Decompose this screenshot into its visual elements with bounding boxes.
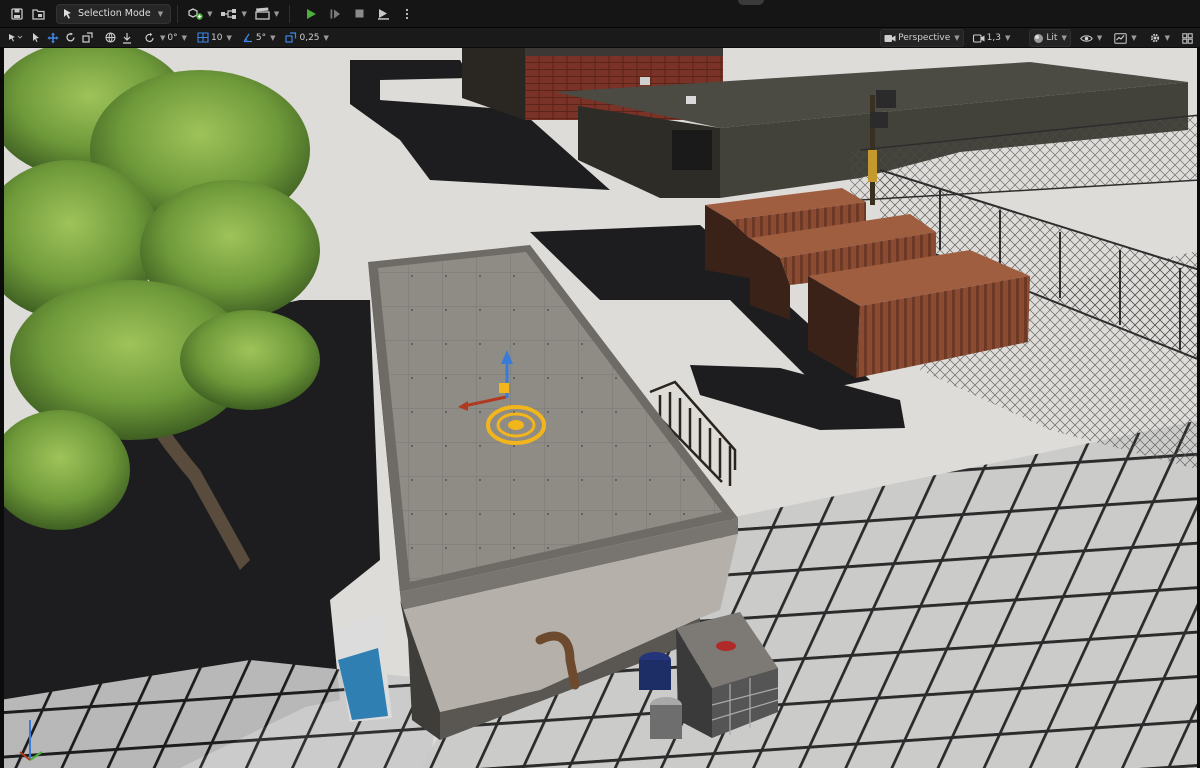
eye-icon (1079, 34, 1093, 42)
camera-speed-value: 1,3 (986, 33, 1001, 43)
camera-icon (884, 34, 896, 42)
viewport-border-left (0, 48, 4, 768)
content-browser-icon (32, 8, 45, 20)
select-tool-button[interactable] (28, 29, 44, 47)
chevron-down-icon: ▼ (181, 33, 188, 42)
stop-button[interactable] (348, 4, 370, 24)
viewport-options-dropdown[interactable] (4, 29, 28, 47)
scale-snap-icon (285, 32, 297, 43)
save-icon (11, 7, 23, 20)
chevron-down-icon: ▼ (1005, 34, 1011, 42)
chevron-down-icon: ▼ (1164, 34, 1170, 42)
chevron-down-icon: ▼ (160, 33, 166, 42)
rotation-snap-value: 0° (167, 32, 178, 43)
blueprint-dropdown[interactable]: ▼ (216, 4, 250, 24)
chevron-down-icon: ▼ (273, 9, 280, 18)
scene-render[interactable] (0, 48, 1200, 768)
maximize-viewport-button[interactable] (1179, 29, 1196, 47)
chevron-down-icon: ▼ (207, 9, 213, 18)
chevron-down-icon: ▼ (1131, 34, 1137, 42)
blueprint-icon (221, 8, 237, 19)
performance-dropdown[interactable]: ▼ (1111, 29, 1139, 47)
level-viewport[interactable] (0, 48, 1200, 768)
viewport-toolbar: ▼ 0° ▼ 10 ▼ 5° ▼ 0,25 ▼ Perspective ▼ 1,… (0, 28, 1200, 48)
surface-snap-icon (123, 32, 131, 44)
rotate-icon (66, 32, 75, 42)
chevron-down-icon: ▼ (241, 9, 247, 18)
viewport-toolbar-right: Perspective ▼ 1,3 ▼ Lit ▼ ▼ ▼ ▼ (880, 29, 1196, 47)
angle-snap-icon (243, 33, 252, 43)
add-actor-dropdown[interactable]: ▼ (184, 4, 216, 24)
camera-speed-dropdown[interactable]: 1,3 ▼ (970, 29, 1014, 47)
eject-button[interactable] (372, 4, 394, 24)
selection-mode-dropdown[interactable]: Selection Mode ▼ (56, 3, 172, 24)
add-actor-icon (188, 7, 203, 20)
performance-icon (1114, 32, 1127, 44)
save-button[interactable] (6, 4, 28, 24)
selection-mode-label: Selection Mode (78, 8, 151, 19)
scale-tool-button[interactable] (79, 29, 96, 47)
eject-icon (377, 8, 389, 20)
rotate-tool-button[interactable] (62, 29, 79, 47)
step-button[interactable] (324, 4, 346, 24)
select-icon (9, 33, 23, 41)
content-browser-button[interactable] (28, 4, 50, 24)
play-controls (300, 4, 418, 24)
grid-snap-icon (197, 32, 209, 43)
show-flags-dropdown[interactable]: ▼ (1077, 29, 1105, 47)
lit-sphere-icon (1034, 33, 1044, 43)
angle-snap-value: 5° (255, 32, 267, 43)
chevron-down-icon: ▼ (226, 33, 232, 42)
step-icon (330, 9, 341, 18)
chevron-down-icon: ▼ (270, 33, 276, 42)
lighting-mode-label: Lit (1046, 33, 1058, 43)
translate-tool-button[interactable] (44, 29, 62, 47)
globe-icon (105, 32, 116, 43)
viewport-settings-dropdown[interactable]: ▼ (1146, 29, 1173, 47)
lighting-mode-dropdown[interactable]: Lit ▼ (1029, 29, 1071, 47)
scale-snap-value: 0,25 (299, 32, 320, 43)
cinematics-icon (255, 7, 270, 20)
play-icon (307, 8, 317, 19)
camera-speed-icon (972, 33, 985, 43)
chevron-down-icon: ▼ (323, 33, 329, 42)
layout-grid-icon (1182, 32, 1193, 44)
cinematics-dropdown[interactable]: ▼ (251, 4, 283, 24)
chevron-down-icon: ▼ (1096, 34, 1103, 42)
more-options-button[interactable] (396, 4, 418, 24)
toolbar-divider (177, 4, 179, 23)
gear-icon (1150, 33, 1159, 43)
selection-mode-icon (64, 9, 71, 19)
view-mode-label: Perspective (898, 33, 951, 43)
view-mode-dropdown[interactable]: Perspective ▼ (880, 29, 964, 47)
stop-icon (355, 9, 364, 18)
grid-snap-value: 10 (211, 32, 223, 43)
angle-snap-dropdown[interactable]: 5° ▼ (239, 29, 279, 47)
chevron-down-icon: ▼ (1061, 34, 1067, 42)
chevron-down-icon: ▼ (954, 34, 960, 42)
window-notch (738, 0, 764, 5)
more-options-icon (406, 8, 409, 19)
world-local-toggle[interactable] (102, 29, 119, 47)
rotation-snap-icon (145, 32, 154, 42)
scale-icon (82, 32, 93, 43)
move-icon (47, 32, 59, 43)
play-button[interactable] (300, 4, 322, 24)
scale-snap-dropdown[interactable]: 0,25 ▼ (282, 29, 331, 47)
grid-snap-dropdown[interactable]: 10 ▼ (194, 29, 235, 47)
main-toolbar: Selection Mode ▼ ▼ ▼ ▼ (0, 0, 1200, 28)
gizmo-center[interactable] (499, 383, 509, 393)
surface-snap-button[interactable] (119, 29, 135, 47)
cursor-icon (33, 33, 39, 42)
chevron-down-icon: ▼ (157, 9, 164, 18)
rotation-snap-dropdown[interactable]: ▼ 0° ▼ (141, 29, 190, 47)
toolbar-divider (289, 4, 291, 23)
